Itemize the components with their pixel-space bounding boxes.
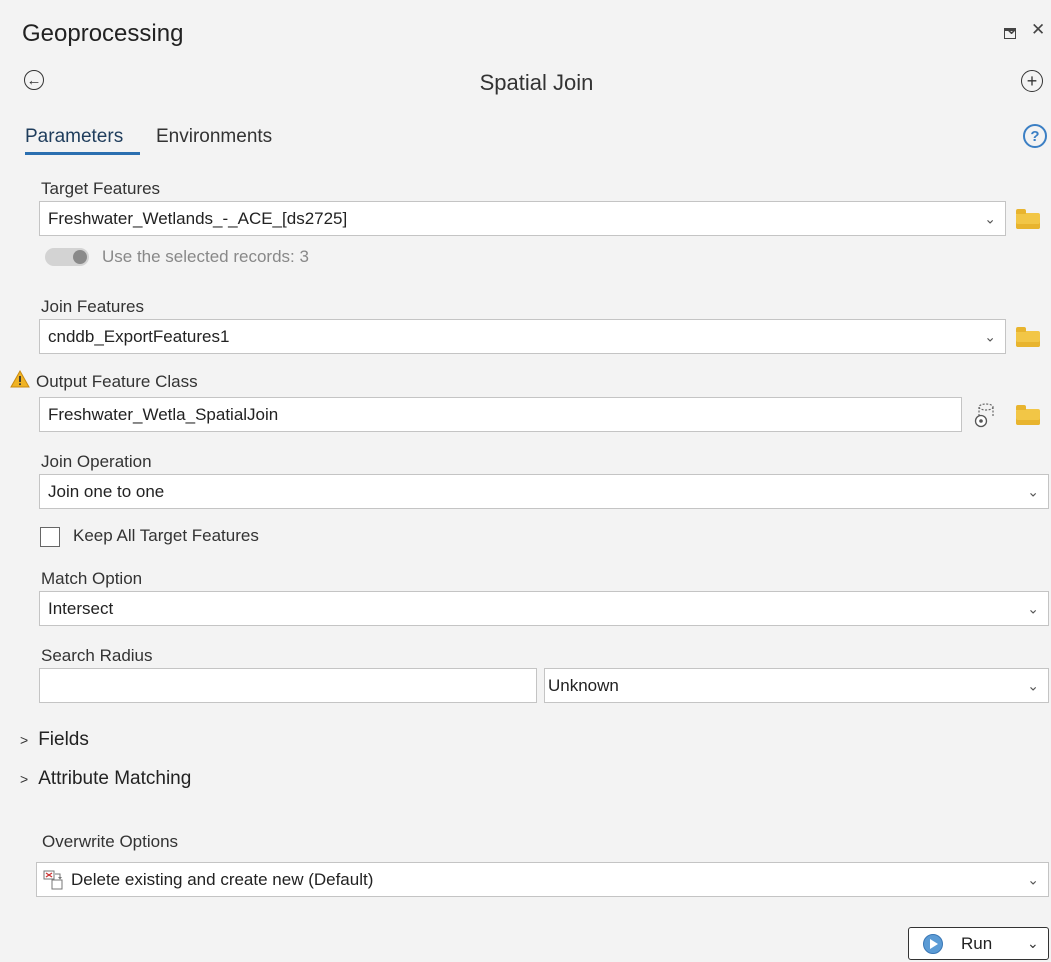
run-button-label: Run [961, 934, 993, 953]
chevron-down-icon: ⌄ [984, 210, 996, 226]
add-icon[interactable]: + [1021, 70, 1043, 92]
toggle-knob [73, 250, 87, 264]
chevron-down-icon: ⌄ [1027, 677, 1039, 693]
run-button[interactable]: Run ⌄ [908, 927, 1049, 960]
join-operation-value: Join one to one [48, 481, 165, 501]
keep-all-target-features-label: Keep All Target Features [73, 526, 259, 545]
output-feature-class-label: Output Feature Class [36, 372, 198, 391]
use-selected-records-label: Use the selected records: 3 [102, 247, 309, 266]
play-icon [923, 934, 943, 954]
chevron-down-icon: ⌄ [1027, 483, 1039, 499]
match-option-label: Match Option [41, 569, 143, 588]
folder-icon[interactable] [1016, 209, 1040, 229]
dataset-properties-icon[interactable] [972, 401, 998, 429]
pane-title: Geoprocessing [22, 20, 184, 47]
join-operation-label: Join Operation [41, 452, 152, 471]
output-feature-class-input[interactable]: Freshwater_Wetla_SpatialJoin [39, 397, 962, 432]
close-icon[interactable]: ✕ [1031, 20, 1045, 40]
search-radius-unit-select[interactable]: Unknown ⌄ [544, 668, 1049, 703]
chevron-down-icon: ⌄ [1027, 600, 1039, 616]
overwrite-icon [43, 870, 63, 889]
active-tab-indicator [25, 152, 140, 155]
overwrite-options-label: Overwrite Options [42, 832, 179, 851]
attribute-matching-section-label: Attribute Matching [38, 768, 192, 789]
search-radius-unit-value: Unknown [548, 675, 619, 695]
search-radius-label: Search Radius [41, 646, 153, 665]
folder-icon[interactable] [1016, 327, 1040, 347]
search-radius-input[interactable] [39, 668, 537, 703]
use-selected-records-toggle[interactable] [45, 248, 89, 266]
match-option-select[interactable]: Intersect ⌄ [39, 591, 1049, 626]
chevron-down-icon: ⌄ [984, 328, 996, 344]
chevron-right-icon: > [20, 771, 29, 787]
output-feature-class-value: Freshwater_Wetla_SpatialJoin [48, 404, 279, 424]
overwrite-options-value: Delete existing and create new (Default) [71, 869, 374, 889]
join-features-value: cnddb_ExportFeatures1 [48, 326, 230, 346]
keep-all-target-features-checkbox[interactable] [40, 527, 60, 547]
chevron-down-icon[interactable]: ⌄ [1027, 935, 1039, 952]
join-operation-select[interactable]: Join one to one ⌄ [39, 474, 1049, 509]
warning-icon [10, 370, 30, 388]
tab-environments[interactable]: Environments [156, 126, 272, 148]
tool-title: Spatial Join [479, 70, 594, 95]
chevron-right-icon: > [20, 732, 29, 748]
match-option-value: Intersect [48, 598, 114, 618]
join-features-select[interactable]: cnddb_ExportFeatures1 ⌄ [39, 319, 1006, 354]
maximize-icon[interactable] [1004, 28, 1016, 39]
target-features-label: Target Features [41, 179, 161, 198]
overwrite-options-select[interactable]: Delete existing and create new (Default)… [36, 862, 1049, 897]
folder-icon[interactable] [1016, 405, 1040, 425]
fields-section-header[interactable]: > Fields [20, 729, 89, 751]
fields-section-label: Fields [38, 729, 89, 750]
join-features-label: Join Features [41, 297, 144, 316]
attribute-matching-section-header[interactable]: > Attribute Matching [20, 768, 191, 790]
help-icon[interactable]: ? [1023, 124, 1047, 148]
chevron-down-icon: ⌄ [1027, 871, 1039, 887]
tab-parameters[interactable]: Parameters [25, 126, 123, 148]
target-features-value: Freshwater_Wetlands_-_ACE_[ds2725] [48, 208, 348, 228]
target-features-select[interactable]: Freshwater_Wetlands_-_ACE_[ds2725] ⌄ [39, 201, 1006, 236]
